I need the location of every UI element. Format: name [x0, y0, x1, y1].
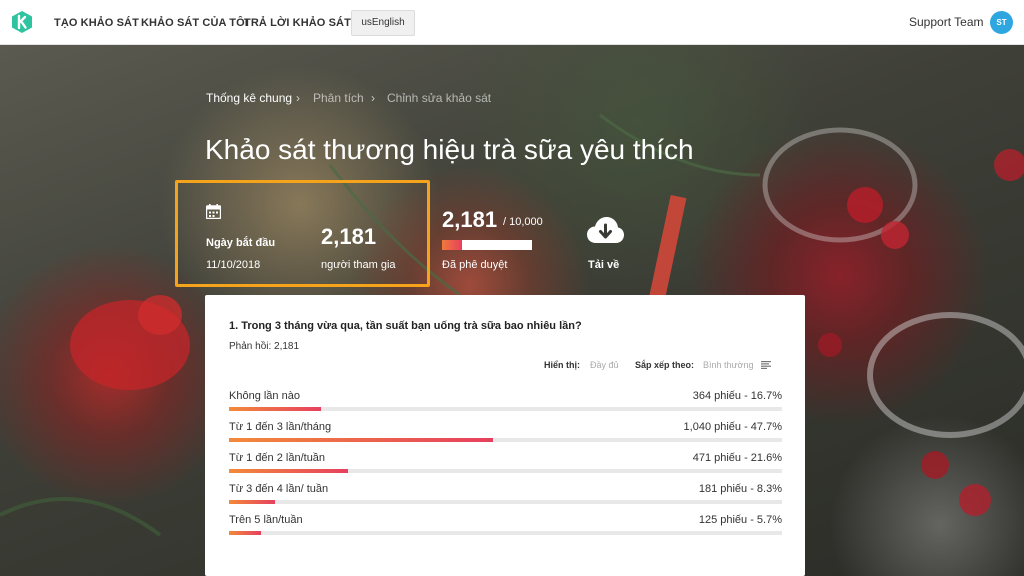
- question-responses: Phản hồi: 2,181: [229, 341, 300, 352]
- question-card: 1. Trong 3 tháng vừa qua, tần suất bạn u…: [205, 295, 805, 576]
- answer-label: Từ 1 đến 2 lần/tuần: [229, 452, 326, 464]
- answer-label: Không lần nào: [229, 390, 300, 402]
- answer-label: Từ 3 đến 4 lần/ tuần: [229, 483, 329, 495]
- answer-value: 471 phiếu - 21.6%: [692, 452, 782, 464]
- answer-label: Từ 1 đến 3 lần/tháng: [229, 421, 332, 433]
- answer-bar-fill: [229, 500, 275, 504]
- display-select[interactable]: Đầy đủ: [590, 360, 619, 370]
- nav-my-surveys[interactable]: KHẢO SÁT CỦA TÔI: [141, 17, 248, 29]
- approved-count: 2,181: [442, 207, 498, 232]
- answer-label: Trên 5 lần/tuần: [229, 514, 303, 526]
- page-title: Khảo sát thương hiệu trà sữa yêu thích: [205, 134, 694, 165]
- answer-row: Từ 3 đến 4 lần/ tuần 181 phiếu - 8.3%: [229, 483, 782, 513]
- answer-bar-track: [229, 438, 782, 442]
- start-date-value: 11/10/2018: [206, 259, 261, 271]
- question-title: 1. Trong 3 tháng vừa qua, tần suất bạn u…: [229, 320, 582, 332]
- calendar-icon: [206, 204, 221, 219]
- answer-bar-track: [229, 407, 782, 411]
- approved-label: Đã phê duyệt: [442, 259, 508, 271]
- approved-progress-fill: [442, 240, 462, 250]
- language-button[interactable]: usEnglish: [351, 10, 415, 36]
- sort-label: Sắp xếp theo:: [635, 360, 695, 370]
- answer-value: 125 phiếu - 5.7%: [698, 514, 782, 526]
- sort-lines-icon[interactable]: [761, 361, 771, 369]
- participants-count: 2,181: [321, 224, 377, 249]
- answer-bar-track: [229, 500, 782, 504]
- avatar[interactable]: ST: [990, 11, 1013, 34]
- answer-bar-fill: [229, 438, 493, 442]
- nav-create-survey[interactable]: TẠO KHẢO SÁT: [54, 17, 139, 29]
- answer-value: 364 phiếu - 16.7%: [692, 390, 782, 402]
- cloud-download-icon[interactable]: [587, 216, 624, 246]
- answer-value: 181 phiếu - 8.3%: [698, 483, 782, 495]
- breadcrumb-analysis[interactable]: Phân tích: [313, 91, 364, 105]
- display-label: Hiển thị:: [544, 360, 580, 370]
- answer-bar-fill: [229, 531, 261, 535]
- top-navbar: TẠO KHẢO SÁT KHẢO SÁT CỦA TÔI TRẢ LỜI KH…: [0, 0, 1024, 45]
- answer-row: Không lần nào 364 phiếu - 16.7%: [229, 390, 782, 420]
- breadcrumb-edit-survey[interactable]: Chỉnh sửa khảo sát: [387, 91, 491, 105]
- breadcrumb-separator: ›: [296, 91, 300, 105]
- answer-bar-track: [229, 531, 782, 535]
- breadcrumb-separator: ›: [371, 91, 375, 105]
- answer-row: Trên 5 lần/tuần 125 phiếu - 5.7%: [229, 514, 782, 544]
- nav-answer-surveys[interactable]: TRẢ LỜI KHẢO SÁT: [244, 17, 351, 29]
- download-button[interactable]: Tải về: [588, 259, 619, 271]
- app-logo-icon[interactable]: [12, 11, 32, 33]
- answer-row: Từ 1 đến 2 lần/tuần 471 phiếu - 21.6%: [229, 452, 782, 482]
- answer-row: Từ 1 đến 3 lần/tháng 1,040 phiếu - 47.7%: [229, 421, 782, 451]
- start-date-label: Ngày bắt đầu: [206, 237, 276, 249]
- participants-label: người tham gia: [321, 259, 396, 271]
- answer-bar-track: [229, 469, 782, 473]
- approved-total: / 10,000: [503, 216, 543, 228]
- answer-bar-fill: [229, 407, 322, 411]
- approved-progress-bar: [442, 240, 532, 250]
- team-name[interactable]: Support Team: [909, 15, 984, 29]
- sort-select[interactable]: Bình thường: [703, 360, 753, 370]
- breadcrumb-overview[interactable]: Thống kê chung: [206, 91, 292, 105]
- answer-bar-fill: [229, 469, 349, 473]
- answer-value: 1,040 phiếu - 47.7%: [683, 421, 782, 433]
